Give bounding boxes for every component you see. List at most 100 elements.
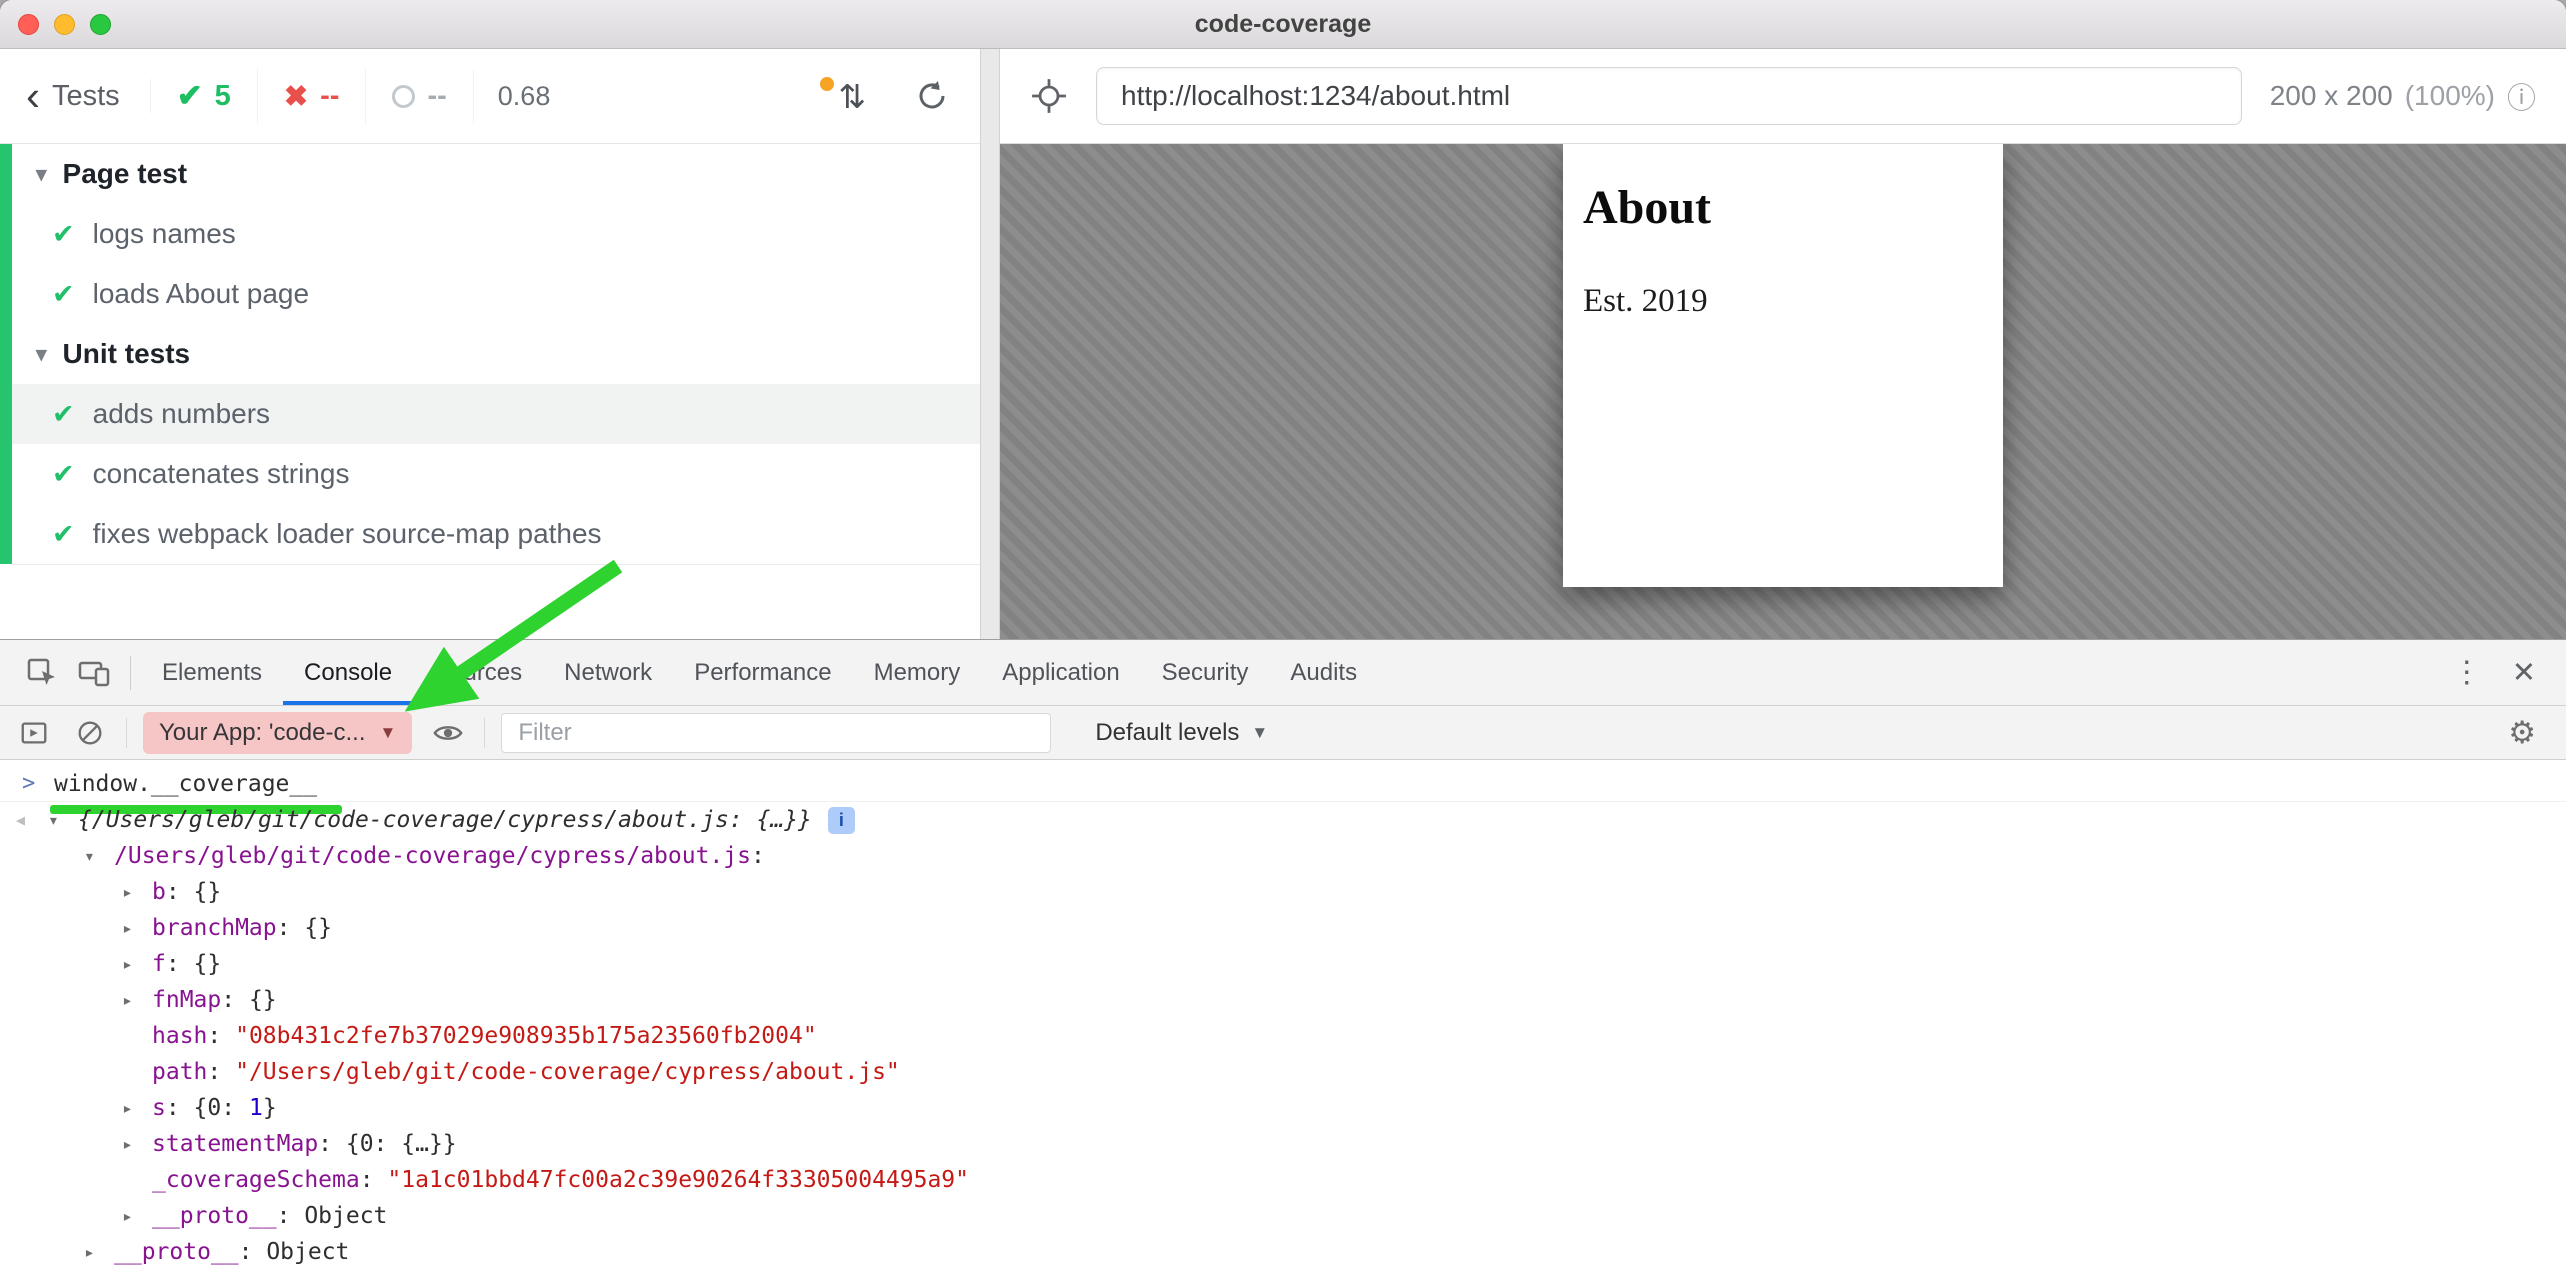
console-property-line: path: "/Users/gleb/git/code-coverage/cyp… [0,1054,2566,1090]
console-command-text[interactable]: window.__coverage__ [54,771,317,797]
auto-scroll-toggle[interactable]: ⇅ [838,77,866,116]
clear-console-icon [75,718,105,748]
console-settings-button[interactable]: ⚙ [2508,715,2552,751]
url-bar[interactable]: http://localhost:1234/about.html [1096,67,2242,125]
console-property-line: _coverageSchema: "1a1c01bbd47fc00a2c39e9… [0,1162,2566,1198]
collapse-icon[interactable]: ▾ [48,810,78,831]
minimize-window-button[interactable] [54,14,75,35]
main-area: ‹ Tests ✔ 5 ✖ -- -- 0.68 ⇅ [0,49,2566,639]
restart-tests-button[interactable] [914,78,950,114]
tab-memory[interactable]: Memory [853,640,982,705]
zoom-window-button[interactable] [90,14,111,35]
devtools-menu-button[interactable]: ⋮ [2452,655,2482,690]
console-filter-input[interactable] [501,713,1051,753]
toolbar-separator [484,718,485,748]
console-property-line: ▸b: {} [0,874,2566,910]
suite-passed-border [0,144,12,564]
token-name: s [152,1095,166,1121]
test-item[interactable]: ✔ loads About page [12,264,980,324]
token-name: statementMap [152,1131,318,1157]
devtools-close-button[interactable]: ✕ [2512,655,2536,690]
info-icon[interactable]: i [828,807,855,834]
console-property-line: ▸branchMap: {} [0,910,2566,946]
toolbar-separator [130,656,131,690]
run-duration: 0.68 [474,73,575,120]
token-plain: } [263,1095,277,1121]
result-arrow-icon: ◀ [16,811,25,829]
tab-performance[interactable]: Performance [673,640,852,705]
expand-icon[interactable]: ▸ [122,954,152,975]
token-plain: : {0: [166,1095,249,1121]
token-name: b [152,879,166,905]
tab-elements[interactable]: Elements [141,640,283,705]
js-context-selector[interactable]: Your App: 'code-c... ▼ [143,712,412,754]
token-plain: : {} [277,915,332,941]
console-command-line: >window.__coverage__ [0,766,2566,802]
panel-divider[interactable] [980,49,1000,639]
tab-application[interactable]: Application [981,640,1140,705]
test-passed-icon: ✔ [52,519,75,550]
test-label: concatenates strings [93,458,350,490]
console-result-line: ◀ ▾{/Users/gleb/git/code-coverage/cypress… [0,802,2566,838]
viewport-info-icon[interactable]: ⓘ [2507,75,2536,117]
device-toolbar-icon [78,657,110,689]
reporter-header: ‹ Tests ✔ 5 ✖ -- -- 0.68 ⇅ [0,49,980,144]
inspect-element-button[interactable] [16,640,68,705]
window-title: code-coverage [1195,10,1371,39]
chevron-left-icon: ‹ [26,79,40,113]
expand-icon[interactable]: ▸ [122,1206,152,1227]
suite-header[interactable]: ▾Unit tests [12,324,980,384]
console-sidebar-toggle[interactable] [14,718,54,748]
inspect-icon [26,657,58,689]
back-to-tests-button[interactable]: ‹ Tests [26,79,151,113]
device-toolbar-button[interactable] [68,640,120,705]
viewport-zoom: (100%) [2405,80,2495,112]
expand-icon[interactable]: ▸ [122,918,152,939]
suite-label: Page test [63,158,188,190]
tab-console[interactable]: Console [283,640,413,705]
console-property-line: ▸f: {} [0,946,2566,982]
token-plain: : [207,1059,235,1085]
token-plain: : [751,843,765,869]
test-passed-icon: ✔ [52,279,75,310]
console-property-line: ▸statementMap: {0: {…}} [0,1126,2566,1162]
console-property-line: ▸__proto__: Object [0,1198,2566,1234]
console-property-line: ▸__proto__: Object [0,1234,2566,1270]
devtools-panel: ElementsConsoleSourcesNetworkPerformance… [0,639,2566,1274]
test-item[interactable]: ✔fixes webpack loader source-map pathes [12,504,980,564]
token-name: fnMap [152,987,221,1013]
tab-network[interactable]: Network [543,640,673,705]
clear-console-button[interactable] [70,718,110,748]
titlebar: code-coverage [0,0,2566,49]
tab-audits[interactable]: Audits [1269,640,1378,705]
tab-sources[interactable]: Sources [413,640,543,705]
token-num: 1 [249,1095,263,1121]
tab-security[interactable]: Security [1141,640,1270,705]
console-property-line: ▾/Users/gleb/git/code-coverage/cypress/a… [0,838,2566,874]
log-levels-dropdown[interactable]: Default levels ▼ [1095,719,1268,747]
test-item[interactable]: ✔ concatenates strings [12,444,980,504]
test-item[interactable]: ✔adds numbers [12,384,980,444]
collapse-icon[interactable]: ▾ [84,846,114,867]
state-dot-icon [820,77,834,91]
expand-icon[interactable]: ▸ [122,882,152,903]
test-item[interactable]: ✔logs names [12,204,980,264]
token-name: path [152,1059,207,1085]
expand-icon[interactable]: ▸ [84,1242,114,1263]
devtools-tabbar: ElementsConsoleSourcesNetworkPerformance… [0,640,2566,706]
viewport-size: 200 x 200 [2270,80,2393,112]
expand-icon[interactable]: ▸ [122,1098,152,1119]
token-plain: {/Users/gleb/git/code-coverage/cypress/a… [78,807,812,833]
expand-icon[interactable]: ▸ [122,1134,152,1155]
aut-page: About Est. 2019 [1563,144,2003,587]
test-label: loads About page [93,278,309,310]
selector-playground-button[interactable] [1030,77,1068,115]
aut-page-heading: About [1583,180,1983,235]
suite-header[interactable]: ▾Page test [12,144,980,204]
token-name: __proto__ [114,1239,239,1265]
test-passed-icon: ✔ [52,459,75,490]
close-window-button[interactable] [18,14,39,35]
live-expression-button[interactable] [428,716,468,750]
devtools-tabs: ElementsConsoleSourcesNetworkPerformance… [141,640,1378,705]
expand-icon[interactable]: ▸ [122,990,152,1011]
